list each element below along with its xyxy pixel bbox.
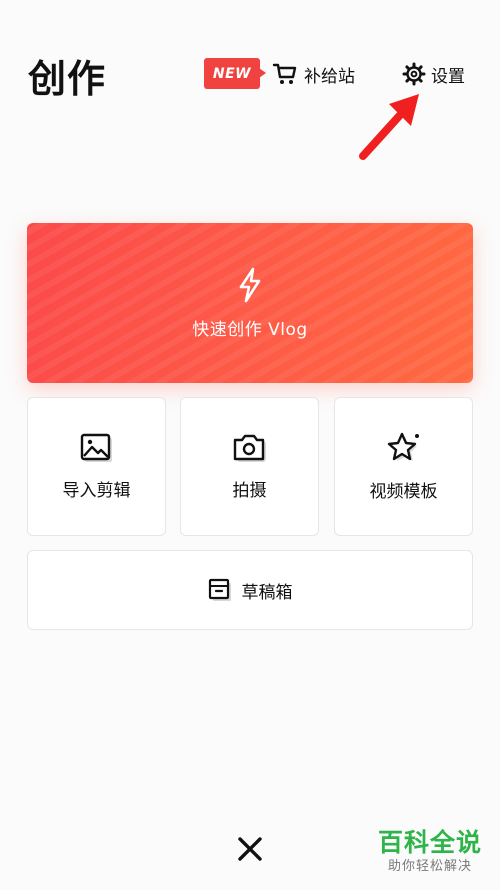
page-title: 创作 xyxy=(28,57,107,101)
image-icon xyxy=(80,433,112,462)
star-icon xyxy=(387,432,419,461)
close-icon xyxy=(238,837,262,861)
new-badge: NEW xyxy=(204,58,266,89)
settings-button[interactable]: 设置 xyxy=(402,58,465,90)
watermark-subtitle: 助你轻松解决 xyxy=(387,859,472,874)
camera-icon xyxy=(233,434,266,462)
header: 创作 NEW 补给站 设置 xyxy=(0,0,500,160)
video-template-button[interactable]: 视频模板 xyxy=(334,397,473,536)
watermark-title: 百科全说 xyxy=(377,828,482,857)
import-edit-button[interactable]: 导入剪辑 xyxy=(27,397,166,536)
supply-station-button[interactable]: 补给站 xyxy=(272,58,355,90)
drafts-button[interactable]: 草稿箱 xyxy=(27,550,473,630)
quick-vlog-button[interactable]: 快速创作 Vlog xyxy=(27,223,473,383)
shoot-button[interactable]: 拍摄 xyxy=(180,397,319,536)
settings-label: 设置 xyxy=(431,66,465,87)
shoot-label: 拍摄 xyxy=(232,481,267,501)
cart-icon xyxy=(272,63,297,84)
red-arrow-annotation-icon xyxy=(359,94,419,160)
supply-station-label: 补给站 xyxy=(304,66,355,87)
drafts-box-icon xyxy=(208,578,231,601)
import-edit-label: 导入剪辑 xyxy=(62,481,131,501)
lightning-icon xyxy=(239,267,261,302)
gear-icon xyxy=(402,62,426,86)
watermark: 百科全说 助你轻松解决 xyxy=(370,828,490,876)
quick-vlog-label: 快速创作 Vlog xyxy=(192,319,308,340)
video-template-label: 视频模板 xyxy=(369,482,438,502)
close-button[interactable] xyxy=(233,832,267,866)
drafts-label: 草稿箱 xyxy=(241,582,293,603)
